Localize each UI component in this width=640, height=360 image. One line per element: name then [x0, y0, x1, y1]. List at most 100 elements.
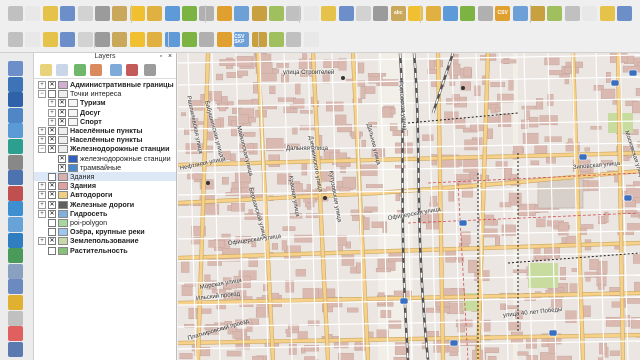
layer-visibility-checkbox[interactable]	[48, 219, 56, 227]
layer-visibility-checkbox[interactable]: ✕	[58, 108, 66, 117]
zoom-full-icon[interactable]	[199, 6, 215, 21]
layer-visibility-checkbox[interactable]	[48, 90, 56, 99]
label-tool-icon[interactable]: abc	[390, 6, 406, 21]
add-vector-icon[interactable]	[95, 32, 110, 47]
select-icon[interactable]	[8, 6, 23, 21]
grid-plugin-icon[interactable]	[303, 32, 319, 47]
wcs-icon[interactable]	[8, 217, 23, 232]
add-postgis-icon[interactable]	[129, 32, 145, 47]
sum-icon[interactable]	[356, 6, 371, 21]
layer-visibility-checkbox[interactable]: ✕	[48, 237, 56, 246]
digitize-poly-icon[interactable]	[8, 341, 23, 357]
add-wms-icon[interactable]	[147, 32, 163, 47]
layer-visibility-checkbox[interactable]: ✕	[48, 200, 56, 209]
layer-visibility-checkbox[interactable]: ✕	[48, 182, 56, 191]
wms-icon[interactable]	[8, 201, 23, 217]
attribute-table-icon[interactable]	[373, 6, 389, 21]
layer-row[interactable]: + ✕ Железные дороги	[34, 200, 176, 209]
save-icon[interactable]	[60, 6, 76, 21]
layer-row[interactable]: + ✕ Туризм	[34, 98, 176, 108]
polygon-layer-icon[interactable]	[8, 107, 23, 123]
new-spatialite-icon[interactable]	[42, 32, 58, 47]
layer-visibility-checkbox[interactable]	[48, 228, 56, 237]
open-layer-styling-icon[interactable]	[40, 64, 52, 76]
layer-visibility-checkbox[interactable]: ✕	[58, 117, 66, 126]
browse-icon[interactable]	[512, 6, 528, 21]
node-tool-icon[interactable]	[617, 6, 632, 21]
zoom-layer-icon[interactable]	[216, 6, 232, 21]
close-panel-icon[interactable]: ×	[166, 53, 174, 61]
label-show-icon[interactable]	[477, 6, 493, 21]
layer-row[interactable]: ✕ трамвайные	[34, 163, 176, 172]
filter-expression-icon[interactable]	[90, 64, 102, 76]
binoculars-icon[interactable]	[269, 32, 284, 47]
layer-row[interactable]: + ✕ Гидросеть	[34, 209, 176, 218]
expand-toggle-icon[interactable]: +	[48, 99, 56, 108]
csv-icon[interactable]: CSV	[495, 6, 511, 21]
layer-row[interactable]: + ✕ Спорт	[34, 117, 176, 126]
save-as-icon[interactable]	[77, 6, 93, 21]
expand-toggle-icon[interactable]: +	[38, 209, 46, 218]
pan-to-icon[interactable]	[147, 6, 163, 21]
zoom-last-icon[interactable]	[251, 6, 267, 21]
python-icon[interactable]	[530, 6, 545, 21]
gps-icon[interactable]	[8, 263, 23, 279]
georef-icon[interactable]	[251, 32, 267, 47]
bookmark-icon[interactable]	[303, 6, 319, 21]
layer-visibility-checkbox[interactable]	[48, 246, 56, 255]
layer-visibility-checkbox[interactable]	[48, 173, 56, 181]
deselect-icon[interactable]	[8, 326, 23, 342]
layer-visibility-checkbox[interactable]: ✕	[48, 209, 56, 218]
add-raster-icon[interactable]	[112, 32, 128, 47]
digitize-icon[interactable]	[599, 6, 615, 21]
open-icon[interactable]	[42, 6, 58, 21]
delimited-text-icon[interactable]	[8, 248, 23, 264]
layer-row[interactable]: + ✕ Населённые пункты	[34, 135, 176, 145]
add-wcs-icon[interactable]	[182, 32, 197, 47]
layout-icon[interactable]	[112, 6, 128, 21]
layer-visibility-checkbox[interactable]: ✕	[48, 81, 56, 89]
new-shapefile-icon[interactable]	[25, 32, 41, 47]
zoom-next-icon[interactable]	[269, 6, 284, 21]
layer-row[interactable]: poi-polygon	[34, 218, 176, 227]
expand-toggle-icon[interactable]: +	[48, 108, 56, 117]
layer-row[interactable]: ✕ железнодорожные станции	[34, 154, 176, 163]
wfs-icon[interactable]	[8, 232, 23, 248]
spatialite-icon[interactable]	[8, 123, 23, 139]
expand-toggle-icon[interactable]: +	[38, 237, 46, 246]
expand-toggle-icon[interactable]: +	[38, 191, 46, 200]
csv-skp-icon[interactable]: CSV SKP	[234, 32, 250, 47]
qr-icon[interactable]	[286, 32, 302, 47]
layer-row[interactable]: + ✕ Автодороги	[34, 190, 176, 200]
visibility-eye-icon[interactable]	[56, 64, 68, 76]
vertex-add-icon[interactable]	[8, 61, 23, 76]
layer-visibility-checkbox[interactable]: ✕	[58, 99, 66, 108]
label-change-icon[interactable]	[460, 6, 476, 21]
map-canvas[interactable]: Дальняя улица Офицерская улица Офицерская …	[178, 53, 640, 360]
float-panel-icon[interactable]: ▫	[157, 53, 165, 61]
edit-pen-icon[interactable]	[564, 6, 580, 21]
collapse-all-icon[interactable]	[126, 64, 138, 76]
measure-icon[interactable]	[338, 6, 354, 21]
map-rendering[interactable]	[178, 53, 640, 360]
layer-row[interactable]: Озёра, крупные реки	[34, 227, 176, 237]
print-icon[interactable]	[95, 6, 110, 21]
edit-pencil-icon[interactable]	[582, 6, 598, 21]
expand-toggle-icon[interactable]: +	[38, 182, 46, 191]
zoom-select-icon[interactable]	[234, 6, 250, 21]
layer-visibility-checkbox[interactable]: ✕	[48, 191, 56, 200]
identify-icon[interactable]	[321, 6, 337, 21]
layer-visibility-checkbox[interactable]: ✕	[58, 163, 66, 172]
virtual-layer-icon[interactable]	[77, 32, 93, 47]
expand-toggle-icon[interactable]: −	[38, 90, 46, 99]
expand-toggle-icon[interactable]: −	[38, 145, 46, 154]
zoom-out-icon[interactable]	[182, 6, 197, 21]
pan-icon[interactable]	[129, 6, 145, 21]
layer-row[interactable]: − Точки интереса	[34, 89, 176, 99]
oracle-icon[interactable]	[8, 185, 23, 201]
layer-visibility-checkbox[interactable]: ✕	[48, 127, 56, 135]
db2-icon[interactable]	[8, 170, 23, 186]
add-delimited-icon[interactable]	[199, 32, 215, 47]
expand-toggle-icon[interactable]: +	[38, 127, 46, 135]
expand-toggle-icon[interactable]: +	[48, 117, 56, 126]
